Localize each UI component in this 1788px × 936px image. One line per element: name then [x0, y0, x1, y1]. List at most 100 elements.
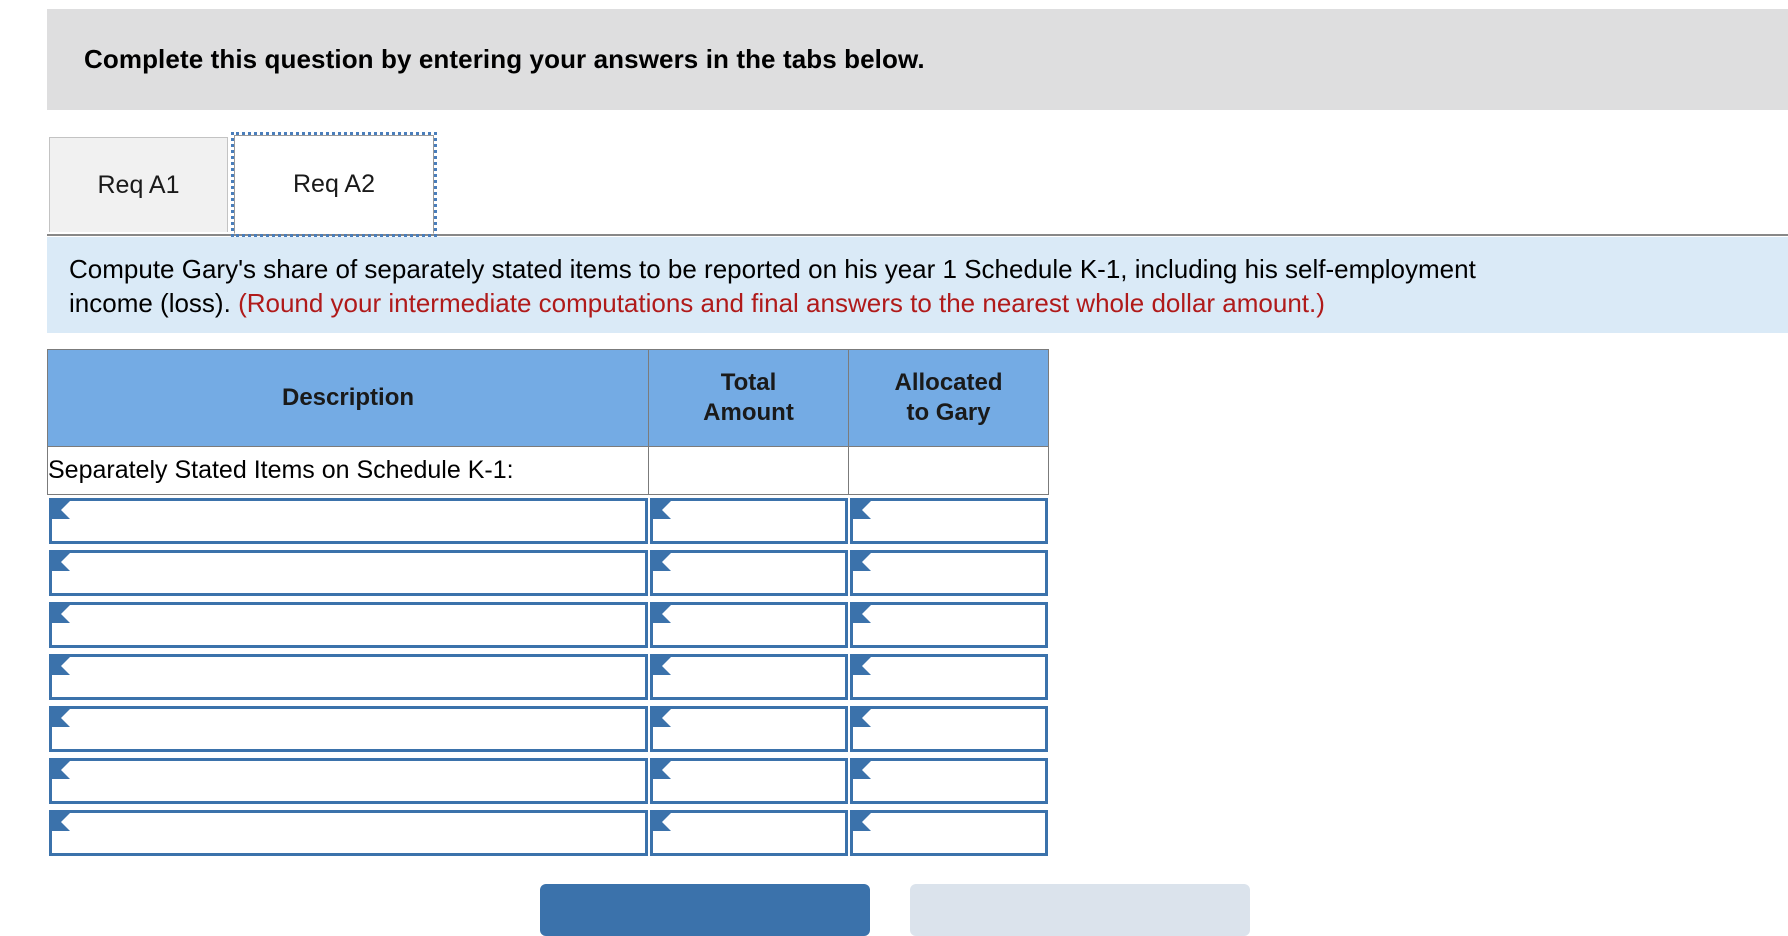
- instruction-text-1: Compute Gary's share of separately state…: [69, 254, 1476, 284]
- label-row-total-blank: [648, 446, 849, 495]
- description-input[interactable]: [48, 497, 648, 544]
- tab-req-a1[interactable]: Req A1: [49, 137, 228, 232]
- cell-flag-icon: [652, 552, 671, 571]
- instruction-text-2: income (loss).: [69, 288, 231, 318]
- cell-flag-icon: [652, 656, 671, 675]
- total-amount-input[interactable]: [649, 705, 848, 752]
- total-amount-input[interactable]: [649, 757, 848, 804]
- table-row: [47, 650, 1049, 703]
- cell-flag-icon: [852, 708, 871, 727]
- table-cell-total-amount-input: [648, 806, 849, 859]
- rounding-note: (Round your intermediate computations an…: [238, 288, 1325, 318]
- cell-flag-icon: [852, 552, 871, 571]
- cell-flag-icon: [852, 604, 871, 623]
- allocated-input[interactable]: [849, 601, 1048, 648]
- total-amount-input[interactable]: [649, 809, 848, 856]
- table-header-row: Description Total Amount Allocated to Ga…: [47, 349, 1049, 447]
- table-cell-total-amount-input: [648, 650, 849, 703]
- cell-flag-icon: [652, 604, 671, 623]
- table-cell-description-input: [47, 546, 649, 599]
- header-allocated-to-gary: Allocated to Gary: [848, 349, 1049, 447]
- table-row: [47, 494, 1049, 547]
- total-amount-input[interactable]: [649, 497, 848, 544]
- table-cell-description-input: [47, 754, 649, 807]
- tab-req-a1-label: Req A1: [97, 170, 180, 199]
- table-cell-total-amount-input: [648, 494, 849, 547]
- question-banner: Complete this question by entering your …: [47, 9, 1788, 110]
- header-allocated-line1: Allocated: [894, 369, 1003, 396]
- description-input[interactable]: [48, 757, 648, 804]
- cell-flag-icon: [652, 500, 671, 519]
- description-input[interactable]: [48, 549, 648, 596]
- table-cell-allocated-input: [848, 754, 1049, 807]
- input-rows-body: [47, 494, 1049, 859]
- requirement-tabs: Req A1 Req A2: [47, 132, 1788, 237]
- instruction-line-2: income (loss). (Round your intermediate …: [69, 286, 1768, 320]
- allocated-input[interactable]: [849, 809, 1048, 856]
- cell-flag-icon: [852, 812, 871, 831]
- table-cell-allocated-input: [848, 598, 1049, 651]
- cell-flag-icon: [852, 760, 871, 779]
- schedule-k1-answer-table: Description Total Amount Allocated to Ga…: [47, 349, 1049, 859]
- question-banner-text: Complete this question by entering your …: [84, 44, 925, 74]
- table-cell-total-amount-input: [648, 598, 849, 651]
- cell-flag-icon: [652, 760, 671, 779]
- table-row: [47, 702, 1049, 755]
- description-input[interactable]: [48, 601, 648, 648]
- total-amount-input[interactable]: [649, 653, 848, 700]
- cell-flag-icon: [852, 500, 871, 519]
- table-cell-total-amount-input: [648, 754, 849, 807]
- table-row: [47, 806, 1049, 859]
- cell-flag-icon: [51, 656, 70, 675]
- table-cell-total-amount-input: [648, 546, 849, 599]
- cell-flag-icon: [51, 708, 70, 727]
- table-cell-description-input: [47, 702, 649, 755]
- table-cell-description-input: [47, 598, 649, 651]
- table-cell-allocated-input: [848, 650, 1049, 703]
- header-description: Description: [47, 349, 649, 447]
- table-row: [47, 754, 1049, 807]
- tab-req-a2-label: Req A2: [292, 170, 375, 198]
- cell-flag-icon: [51, 812, 70, 831]
- table-row: [47, 598, 1049, 651]
- table-cell-description-input: [47, 806, 649, 859]
- header-total-amount-line2: Amount: [703, 399, 794, 426]
- table-cell-allocated-input: [848, 702, 1049, 755]
- header-total-amount: Total Amount: [648, 349, 849, 447]
- allocated-input[interactable]: [849, 705, 1048, 752]
- cell-flag-icon: [51, 760, 70, 779]
- allocated-input[interactable]: [849, 757, 1048, 804]
- cell-flag-icon: [51, 500, 70, 519]
- cell-flag-icon: [652, 708, 671, 727]
- total-amount-input[interactable]: [649, 601, 848, 648]
- table-cell-allocated-input: [848, 806, 1049, 859]
- total-amount-input[interactable]: [649, 549, 848, 596]
- description-input[interactable]: [48, 705, 648, 752]
- header-total-amount-line1: Total: [720, 369, 777, 396]
- cell-flag-icon: [652, 812, 671, 831]
- table-body: Separately Stated Items on Schedule K-1:: [47, 446, 1049, 495]
- primary-action-button[interactable]: [540, 884, 870, 936]
- cell-flag-icon: [51, 552, 70, 571]
- instruction-line-1: Compute Gary's share of separately state…: [69, 252, 1768, 286]
- allocated-input[interactable]: [849, 653, 1048, 700]
- header-description-label: Description: [281, 384, 415, 411]
- tab-req-a2[interactable]: Req A2: [231, 132, 437, 237]
- allocated-input[interactable]: [849, 497, 1048, 544]
- instruction-banner: Compute Gary's share of separately state…: [47, 237, 1788, 333]
- label-row-allocated-blank: [848, 446, 1049, 495]
- tabstrip-baseline: [47, 234, 1788, 236]
- table-cell-total-amount-input: [648, 702, 849, 755]
- table-header: Description Total Amount Allocated to Ga…: [47, 349, 1049, 447]
- table-row-label: Separately Stated Items on Schedule K-1:: [47, 446, 1049, 495]
- secondary-action-button[interactable]: [910, 884, 1250, 936]
- table-row: [47, 546, 1049, 599]
- table-cell-description-input: [47, 650, 649, 703]
- description-input[interactable]: [48, 809, 648, 856]
- label-row-description: Separately Stated Items on Schedule K-1:: [47, 446, 649, 495]
- table-cell-description-input: [47, 494, 649, 547]
- header-allocated-line2: to Gary: [906, 399, 991, 426]
- description-input[interactable]: [48, 653, 648, 700]
- cell-flag-icon: [852, 656, 871, 675]
- allocated-input[interactable]: [849, 549, 1048, 596]
